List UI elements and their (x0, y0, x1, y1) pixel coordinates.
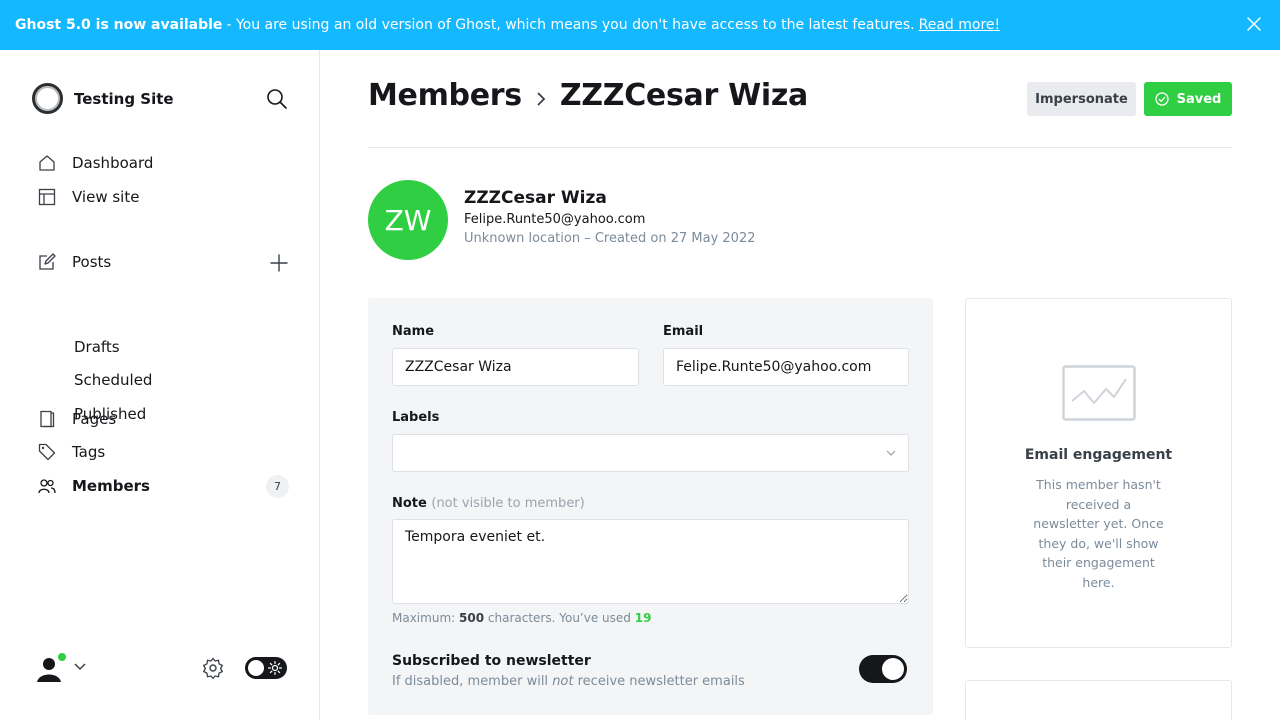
member-email: Felipe.Runte50@yahoo.com (464, 212, 646, 227)
search-icon[interactable] (266, 88, 288, 110)
sidebar-item-drafts[interactable]: Drafts (74, 338, 120, 356)
newsletter-desc-em: not (552, 674, 574, 689)
member-details-card: Name Email Labels Note (not visible to m… (368, 298, 933, 715)
banner-title: Ghost 5.0 is now available (15, 17, 223, 33)
newsletter-title: Subscribed to newsletter (392, 653, 591, 669)
chart-line-icon (1062, 365, 1136, 421)
members-icon (38, 479, 56, 494)
email-engagement-description: This member hasn't received a newsletter… (1033, 477, 1164, 590)
member-avatar: ZW (368, 180, 448, 260)
online-status-dot (57, 652, 67, 662)
edit-icon (39, 253, 56, 270)
site-logo-icon (32, 83, 63, 114)
sidebar-item-label: Dashboard (72, 154, 154, 172)
sidebar-item-label: View site (72, 188, 140, 206)
gear-icon[interactable] (202, 657, 224, 679)
plus-icon[interactable] (269, 253, 289, 273)
breadcrumb: Members ZZZCesar Wiza (368, 78, 808, 113)
check-circle-icon (1154, 92, 1169, 106)
secondary-card (965, 680, 1232, 720)
tag-icon (38, 443, 56, 461)
name-label: Name (392, 324, 435, 339)
chevron-right-icon (537, 91, 546, 106)
sidebar-item-dashboard[interactable]: Dashboard (38, 154, 153, 172)
chevron-down-icon[interactable] (74, 662, 86, 672)
sidebar-item-view-site[interactable]: View site (38, 188, 139, 206)
note-label: Note (not visible to member) (392, 496, 585, 511)
site-header[interactable]: Testing Site (32, 83, 174, 114)
email-engagement-title: Email engagement (1024, 447, 1173, 463)
newsletter-description: If disabled, member will not receive new… (392, 674, 745, 689)
hint-mid: characters. You’ve used (487, 611, 631, 625)
sidebar-item-scheduled[interactable]: Scheduled (74, 371, 152, 389)
site-name: Testing Site (74, 89, 174, 108)
update-banner: Ghost 5.0 is now available - You are usi… (0, 0, 1280, 50)
note-character-hint: Maximum: 500 characters. You’ve used 19 (392, 611, 651, 625)
sidebar-item-tags[interactable]: Tags (38, 443, 105, 461)
sun-icon (268, 661, 282, 675)
hint-used: 19 (634, 611, 652, 625)
note-textarea[interactable]: Tempora eveniet et. (392, 519, 909, 604)
sidebar: Testing Site Dashboard View site Posts D… (0, 50, 320, 720)
page-title: ZZZCesar Wiza (559, 78, 808, 113)
member-meta: Unknown location – Created on 27 May 202… (464, 231, 756, 246)
page-icon (40, 410, 55, 428)
name-field[interactable] (392, 348, 639, 386)
hint-max: 500 (459, 611, 485, 625)
hint-prefix: Maximum: (392, 611, 456, 625)
email-field[interactable] (663, 348, 909, 386)
member-name: ZZZCesar Wiza (464, 188, 607, 208)
note-label-text: Note (392, 496, 427, 511)
chevron-down-icon (886, 450, 896, 456)
banner-message: - You are using an old version of Ghost,… (226, 17, 915, 33)
sidebar-item-label: Pages (72, 410, 117, 428)
sidebar-item-members[interactable]: Members (38, 477, 150, 495)
labels-select[interactable] (392, 434, 909, 472)
sidebar-item-label: Posts (72, 253, 112, 271)
header-divider (368, 147, 1232, 148)
email-engagement-card: Email engagement This member hasn't rece… (965, 298, 1232, 648)
impersonate-button[interactable]: Impersonate (1027, 82, 1136, 116)
sidebar-item-pages[interactable]: Pages (38, 410, 116, 428)
theme-toggle[interactable] (245, 657, 287, 679)
labels-label: Labels (392, 410, 440, 425)
home-icon (39, 155, 55, 171)
members-count-badge: 7 (266, 475, 289, 498)
toggle-knob (248, 660, 264, 676)
newsletter-desc-post: receive newsletter emails (577, 674, 745, 689)
breadcrumb-members-link[interactable]: Members (368, 78, 522, 113)
toggle-knob (882, 658, 904, 680)
note-label-hint: (not visible to member) (431, 496, 585, 511)
newsletter-toggle[interactable] (859, 655, 907, 683)
saved-button[interactable]: Saved (1144, 82, 1232, 116)
email-label: Email (663, 324, 704, 339)
newsletter-desc-pre: If disabled, member will (392, 674, 549, 689)
sidebar-item-label: Tags (72, 443, 106, 461)
layout-icon (38, 188, 56, 206)
close-icon[interactable] (1246, 16, 1262, 32)
banner-read-more-link[interactable]: Read more! (919, 17, 1001, 33)
saved-button-label: Saved (1176, 91, 1222, 107)
sidebar-item-label: Members (72, 477, 150, 495)
sidebar-item-posts[interactable]: Posts (38, 253, 111, 271)
